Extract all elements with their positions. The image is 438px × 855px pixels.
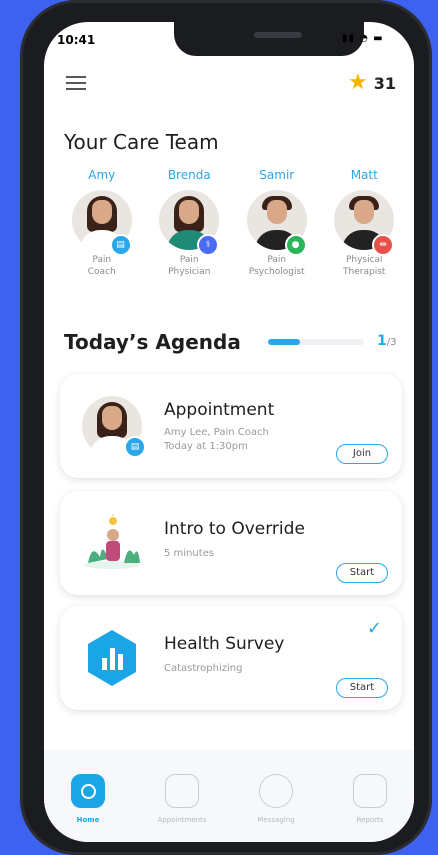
chat-icon xyxy=(259,774,293,808)
agenda-count: 1/3 xyxy=(377,333,396,349)
care-team-list: Amy ▤ Pain Coach Brenda ⚕ Pain Physician S… xyxy=(58,168,408,278)
member-name: Brenda xyxy=(167,168,211,182)
member-role: Pain Physician xyxy=(168,255,211,277)
points-value: 31 xyxy=(373,73,396,93)
stethoscope-icon: ⚕ xyxy=(197,234,219,256)
home-icon xyxy=(71,774,105,808)
agenda-card-appointment[interactable]: ▤ Appointment Amy Lee, Pain Coach Today … xyxy=(60,374,402,478)
bottom-nav: Home Appointments Messaging Reports xyxy=(44,750,414,842)
card-subtitle: Catastrophizing xyxy=(164,663,243,674)
card-title: Intro to Override xyxy=(164,519,305,539)
meditation-illustration-icon xyxy=(84,514,140,569)
star-icon: ★ xyxy=(348,70,368,95)
menu-icon[interactable] xyxy=(66,76,86,90)
survey-chart-icon xyxy=(88,630,136,686)
care-team-member-matt[interactable]: Matt ⇹ Physical Therapist xyxy=(321,168,409,278)
agenda-card-intro[interactable]: Intro to Override 5 minutes Start xyxy=(60,491,402,595)
clipboard-icon: ▤ xyxy=(109,234,132,256)
agenda-card-survey[interactable]: Health Survey Catastrophizing ✓ Start xyxy=(60,606,402,710)
reports-icon xyxy=(353,774,387,808)
dumbbell-icon: ⇹ xyxy=(372,234,394,256)
calendar-icon xyxy=(165,774,199,808)
card-subtitle-2: Today at 1:30pm xyxy=(164,441,248,452)
chat-icon: ● xyxy=(284,234,307,256)
member-role: Pain Psychologist xyxy=(248,255,305,277)
start-button[interactable]: Start xyxy=(336,678,388,698)
nav-appointments[interactable]: Appointments xyxy=(142,774,222,824)
nav-label: Reports xyxy=(356,816,384,824)
clipboard-icon: ▤ xyxy=(124,436,146,458)
agenda-progress-fill xyxy=(268,339,300,345)
member-role: Pain Coach xyxy=(87,255,116,277)
agenda-count-done: 1 xyxy=(377,333,387,349)
nav-label: Home xyxy=(76,816,100,824)
care-team-title: Your Care Team xyxy=(64,130,219,154)
nav-label: Messaging xyxy=(257,816,295,824)
nav-home[interactable]: Home xyxy=(48,774,128,824)
points-display: ★ 31 xyxy=(348,72,396,94)
member-name: Amy xyxy=(88,168,116,182)
care-team-member-samir[interactable]: Samir ● Pain Psychologist xyxy=(233,168,321,278)
care-team-member-amy[interactable]: Amy ▤ Pain Coach xyxy=(58,168,146,278)
agenda-title: Today’s Agenda xyxy=(64,330,241,354)
member-name: Samir xyxy=(259,168,295,182)
card-subtitle: Amy Lee, Pain Coach xyxy=(164,427,269,438)
status-icons: ▮▮ ◔ ▬ xyxy=(342,33,384,44)
agenda-progress-bar xyxy=(268,339,364,345)
card-title: Appointment xyxy=(164,400,275,420)
nav-label: Appointments xyxy=(157,816,207,824)
nav-messaging[interactable]: Messaging xyxy=(236,774,316,824)
member-role: Physical Therapist xyxy=(343,255,386,277)
coach-avatar: ▤ xyxy=(82,396,146,458)
card-title: Health Survey xyxy=(164,634,285,654)
start-button[interactable]: Start xyxy=(336,563,388,583)
agenda-count-total: /3 xyxy=(386,337,397,348)
status-time: 10:41 xyxy=(57,33,96,47)
speaker xyxy=(254,32,302,38)
card-subtitle: 5 minutes xyxy=(164,548,215,559)
nav-reports[interactable]: Reports xyxy=(330,774,410,824)
care-team-member-brenda[interactable]: Brenda ⚕ Pain Physician xyxy=(146,168,234,278)
member-name: Matt xyxy=(350,168,378,182)
notch xyxy=(174,22,364,56)
checkmark-icon: ✓ xyxy=(366,618,382,639)
join-button[interactable]: Join xyxy=(336,444,388,464)
